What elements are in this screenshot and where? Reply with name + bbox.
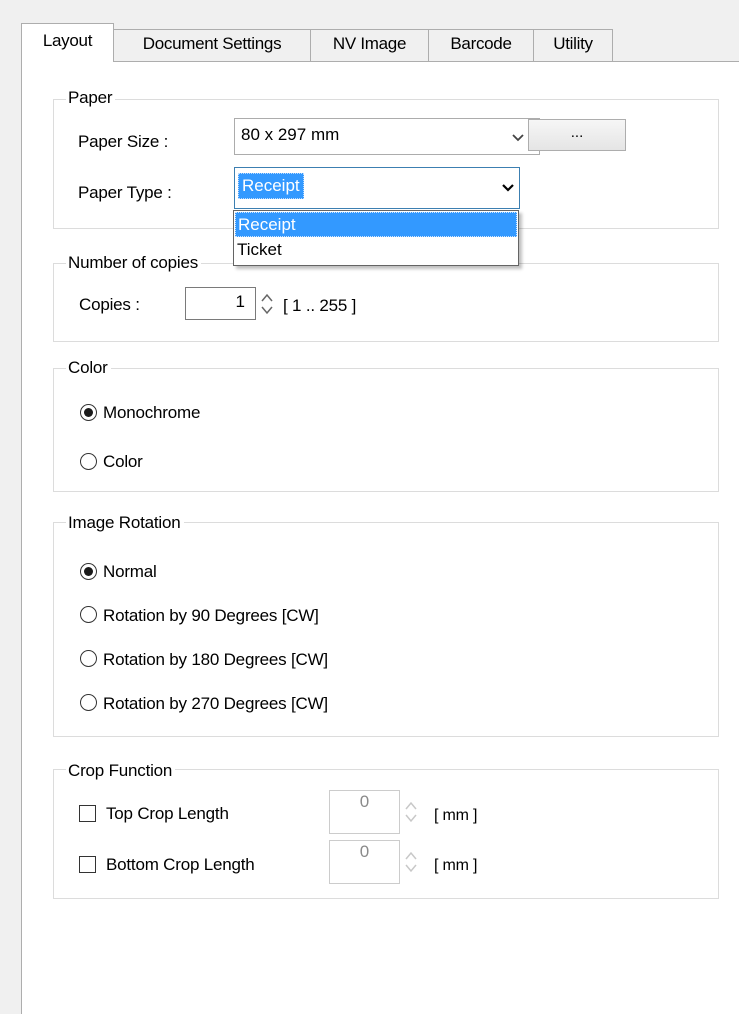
tab-barcode[interactable]: Barcode bbox=[428, 29, 534, 61]
rotation-normal-radio[interactable] bbox=[80, 563, 97, 580]
bottom-crop-label[interactable]: Bottom Crop Length bbox=[106, 855, 255, 875]
copies-range: [ 1 .. 255 ] bbox=[283, 296, 357, 315]
bottom-crop-input[interactable]: 0 bbox=[329, 840, 400, 884]
bottom-crop-unit: [ mm ] bbox=[434, 857, 478, 874]
bottom-crop-checkbox[interactable] bbox=[79, 856, 96, 873]
rotation-180-label[interactable]: Rotation by 180 Degrees [CW] bbox=[103, 650, 328, 670]
copies-label: Copies : bbox=[79, 295, 140, 314]
rotation-270-radio[interactable] bbox=[80, 694, 97, 711]
top-crop-unit: [ mm ] bbox=[434, 807, 478, 824]
monochrome-radio[interactable] bbox=[80, 404, 97, 421]
chevron-down-icon bbox=[512, 134, 524, 142]
rotation-group-legend: Image Rotation bbox=[66, 513, 184, 533]
rotation-90-label[interactable]: Rotation by 90 Degrees [CW] bbox=[103, 606, 319, 626]
color-group-legend: Color bbox=[66, 358, 111, 378]
top-crop-checkbox[interactable] bbox=[79, 805, 96, 822]
copies-group bbox=[53, 263, 719, 342]
monochrome-label[interactable]: Monochrome bbox=[103, 403, 200, 423]
paper-type-option-receipt[interactable]: Receipt bbox=[235, 212, 517, 237]
copies-group-legend: Number of copies bbox=[66, 253, 202, 273]
paper-type-value: Receipt bbox=[238, 173, 304, 199]
rotation-normal-label[interactable]: Normal bbox=[103, 562, 157, 582]
tab-strip-border bbox=[21, 61, 739, 62]
paper-group-legend: Paper bbox=[66, 88, 116, 108]
crop-group-legend: Crop Function bbox=[66, 761, 176, 781]
tab-utility[interactable]: Utility bbox=[533, 29, 613, 61]
chevron-down-icon bbox=[502, 184, 514, 192]
paper-type-label: Paper Type : bbox=[78, 183, 172, 202]
rotation-180-radio[interactable] bbox=[80, 650, 97, 667]
top-crop-input[interactable]: 0 bbox=[329, 790, 400, 834]
copies-input[interactable]: 1 bbox=[185, 287, 256, 320]
bottom-crop-spin-buttons[interactable] bbox=[403, 847, 419, 877]
paper-size-combo[interactable]: 80 x 297 mm bbox=[234, 118, 540, 155]
layout-tab-page: Paper Paper Size : 80 x 297 mm ... Paper… bbox=[21, 61, 739, 1014]
paper-type-combo[interactable]: Receipt bbox=[234, 167, 520, 209]
paper-size-browse-button[interactable]: ... bbox=[528, 119, 626, 151]
rotation-270-label[interactable]: Rotation by 270 Degrees [CW] bbox=[103, 694, 328, 714]
color-label[interactable]: Color bbox=[103, 452, 143, 472]
tab-nv-image[interactable]: NV Image bbox=[310, 29, 429, 61]
tab-document-settings[interactable]: Document Settings bbox=[113, 29, 311, 61]
paper-type-dropdown-list: Receipt Ticket bbox=[233, 210, 519, 266]
paper-size-label: Paper Size : bbox=[78, 132, 169, 151]
paper-size-value: 80 x 297 mm bbox=[241, 125, 340, 144]
color-group bbox=[53, 368, 719, 492]
rotation-90-radio[interactable] bbox=[80, 606, 97, 623]
copies-spin-buttons[interactable] bbox=[259, 289, 275, 319]
tab-layout[interactable]: Layout bbox=[21, 23, 114, 62]
paper-type-option-ticket[interactable]: Ticket bbox=[235, 238, 517, 263]
top-crop-label[interactable]: Top Crop Length bbox=[106, 804, 229, 824]
top-crop-spin-buttons[interactable] bbox=[403, 797, 419, 827]
color-radio[interactable] bbox=[80, 453, 97, 470]
